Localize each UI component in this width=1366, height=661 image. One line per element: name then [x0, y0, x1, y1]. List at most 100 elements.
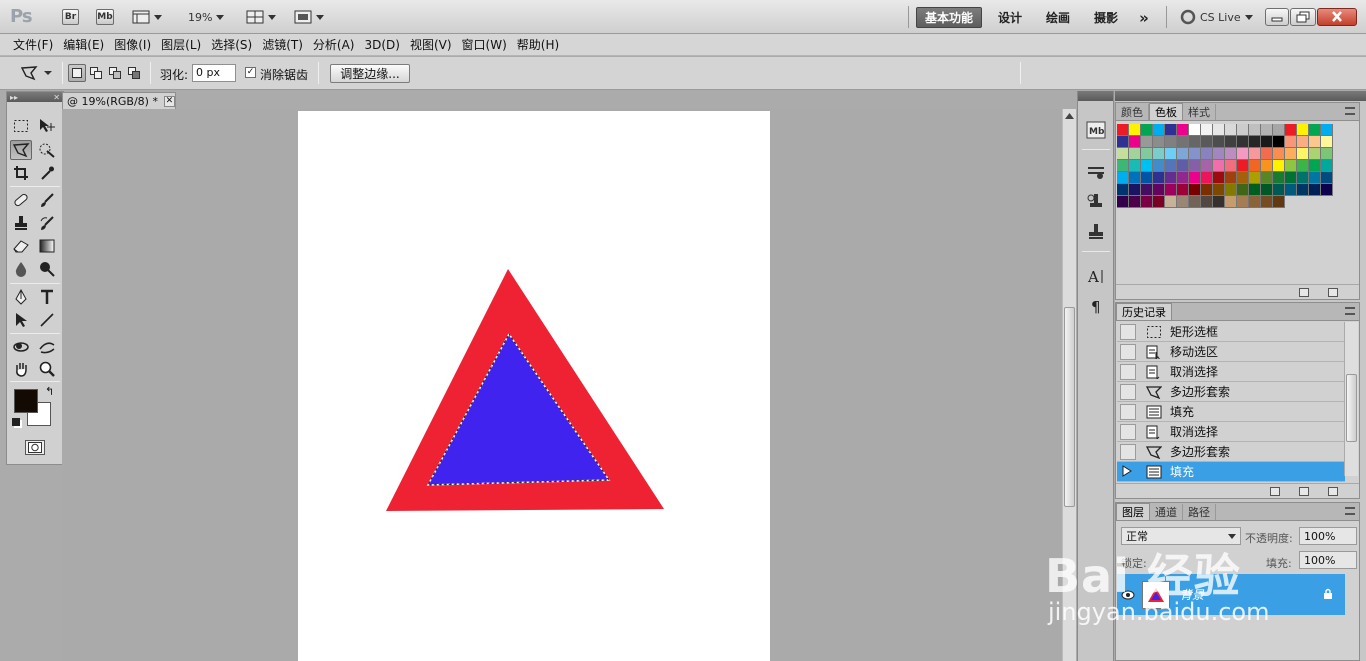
workspace-design-button[interactable]: 设计	[992, 7, 1028, 28]
create-document-from-state-icon[interactable]	[1270, 487, 1280, 496]
history-state-marker-icon[interactable]	[1120, 464, 1136, 480]
swatch-cell[interactable]	[1201, 160, 1213, 172]
more-workspaces-button[interactable]: »	[1134, 7, 1154, 28]
view-extras-dropdown[interactable]	[132, 9, 162, 25]
swatch-cell[interactable]	[1141, 184, 1153, 196]
close-icon[interactable]: ✕	[53, 93, 60, 102]
swatch-cell[interactable]	[1285, 148, 1297, 160]
swatch-cell[interactable]	[1321, 136, 1333, 148]
cs-live-dropdown[interactable]: CS Live	[1180, 9, 1253, 25]
swatch-cell[interactable]	[1249, 136, 1261, 148]
swatch-cell[interactable]	[1189, 172, 1201, 184]
swatch-cell[interactable]	[1225, 172, 1237, 184]
swatch-cell[interactable]	[1165, 196, 1177, 208]
trash-icon[interactable]	[1328, 288, 1338, 297]
menu-window[interactable]: 窗口(W)	[457, 35, 512, 55]
tab-layers[interactable]: 图层	[1116, 503, 1150, 520]
swatch-cell[interactable]	[1153, 172, 1165, 184]
new-selection-button[interactable]	[68, 64, 86, 82]
history-row[interactable]: 取消选择	[1117, 422, 1345, 442]
scrollbar-thumb[interactable]	[1064, 307, 1075, 507]
swatch-cell[interactable]	[1261, 136, 1273, 148]
swatch-cell[interactable]	[1225, 160, 1237, 172]
history-snapshot-checkbox[interactable]	[1120, 403, 1136, 420]
swatch-cell[interactable]	[1249, 160, 1261, 172]
swatch-cell[interactable]	[1321, 148, 1333, 160]
swatch-cell[interactable]	[1201, 172, 1213, 184]
swatch-cell[interactable]	[1285, 184, 1297, 196]
menu-image[interactable]: 图像(I)	[109, 35, 156, 55]
swatch-cell[interactable]	[1153, 196, 1165, 208]
swatch-cell[interactable]	[1141, 124, 1153, 136]
tab-channels[interactable]: 通道	[1150, 504, 1183, 520]
foreground-color-swatch[interactable]	[14, 389, 38, 413]
menu-3d[interactable]: 3D(D)	[359, 35, 404, 55]
subtract-from-selection-button[interactable]	[106, 64, 124, 82]
swatch-cell[interactable]	[1321, 124, 1333, 136]
panel-menu-icon[interactable]	[1345, 507, 1355, 515]
zoom-level-dropdown[interactable]: 19%	[188, 9, 225, 25]
refine-edge-button[interactable]: 调整边缘...	[330, 64, 410, 83]
swatch-cell[interactable]	[1117, 160, 1129, 172]
menu-file[interactable]: 文件(F)	[8, 35, 58, 55]
tab-history[interactable]: 历史记录	[1116, 303, 1172, 320]
swatch-cell[interactable]	[1141, 160, 1153, 172]
clone-stamp-tool[interactable]	[10, 213, 32, 233]
swatch-cell[interactable]	[1213, 172, 1225, 184]
swatch-cell[interactable]	[1225, 148, 1237, 160]
mini-bridge-panel-button[interactable]: Mb	[1085, 119, 1107, 141]
canvas-workarea[interactable]	[62, 109, 1062, 661]
swatch-cell[interactable]	[1129, 148, 1141, 160]
swatch-cell[interactable]	[1177, 196, 1189, 208]
menu-view[interactable]: 视图(V)	[405, 35, 457, 55]
brush-presets-panel-button[interactable]	[1085, 161, 1107, 183]
swatch-cell[interactable]	[1237, 148, 1249, 160]
swatch-cell[interactable]	[1273, 124, 1285, 136]
add-to-selection-button[interactable]	[87, 64, 105, 82]
collapse-icon[interactable]: ▸▸	[10, 93, 18, 102]
swatch-cell[interactable]	[1225, 136, 1237, 148]
history-row[interactable]: 移动选区	[1117, 342, 1345, 362]
zoom-tool[interactable]	[36, 359, 58, 379]
swatch-cell[interactable]	[1129, 160, 1141, 172]
scroll-up-icon[interactable]	[1063, 109, 1076, 122]
swatch-cell[interactable]	[1273, 148, 1285, 160]
path-selection-tool[interactable]	[10, 310, 32, 330]
swatch-cell[interactable]	[1273, 172, 1285, 184]
intersect-selection-button[interactable]	[125, 64, 143, 82]
swatch-cell[interactable]	[1165, 160, 1177, 172]
swatch-cell[interactable]	[1297, 172, 1309, 184]
swatch-cell[interactable]	[1117, 184, 1129, 196]
swatch-cell[interactable]	[1201, 196, 1213, 208]
swatch-cell[interactable]	[1297, 184, 1309, 196]
quick-selection-tool[interactable]	[36, 140, 58, 160]
swatch-cell[interactable]	[1237, 184, 1249, 196]
panel-column-header[interactable]	[1115, 91, 1366, 101]
swatch-cell[interactable]	[1129, 184, 1141, 196]
history-brush-tool[interactable]	[36, 213, 58, 233]
swatch-cell[interactable]	[1177, 160, 1189, 172]
swatch-cell[interactable]	[1297, 160, 1309, 172]
clone-source-panel-button[interactable]	[1085, 191, 1107, 213]
swatch-cell[interactable]	[1189, 196, 1201, 208]
swatch-cell[interactable]	[1297, 124, 1309, 136]
swatch-cell[interactable]	[1201, 136, 1213, 148]
swatch-cell[interactable]	[1117, 148, 1129, 160]
tab-paths[interactable]: 路径	[1183, 504, 1216, 520]
crop-tool[interactable]	[10, 163, 32, 183]
brush-tool[interactable]	[36, 190, 58, 210]
swatch-cell[interactable]	[1321, 184, 1333, 196]
swatch-cell[interactable]	[1165, 148, 1177, 160]
swatch-cell[interactable]	[1117, 196, 1129, 208]
swatch-cell[interactable]	[1261, 184, 1273, 196]
swatch-cell[interactable]	[1249, 124, 1261, 136]
arrange-documents-dropdown[interactable]	[246, 9, 276, 25]
tab-color[interactable]: 颜色	[1116, 104, 1149, 120]
swatch-cell[interactable]	[1285, 172, 1297, 184]
swatch-cell[interactable]	[1153, 184, 1165, 196]
workspace-essentials-button[interactable]: 基本功能	[916, 7, 982, 28]
history-snapshot-checkbox[interactable]	[1120, 323, 1136, 340]
restore-button[interactable]	[1290, 8, 1316, 26]
trash-icon[interactable]	[1328, 487, 1338, 496]
swatch-cell[interactable]	[1297, 148, 1309, 160]
